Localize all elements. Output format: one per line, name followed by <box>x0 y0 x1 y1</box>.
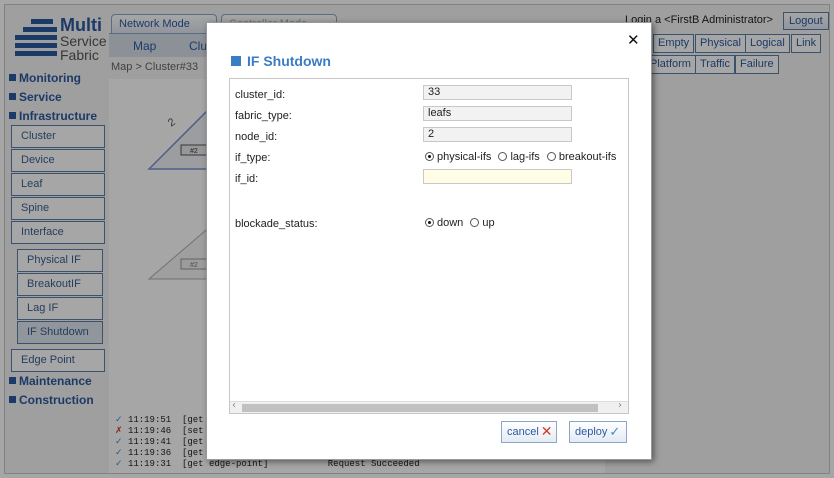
fabric-type-label: fabric_type: <box>235 110 292 122</box>
deploy-check-icon: ✓ <box>609 425 621 440</box>
cancel-x-icon: ✕ <box>540 424 553 440</box>
horizontal-scrollbar[interactable]: ‹ › <box>230 400 628 413</box>
radio-empty-icon <box>470 218 480 227</box>
blockade-status-label: blockade_status: <box>235 218 318 230</box>
if-type-physical-option[interactable]: physical-ifs <box>425 151 491 163</box>
if-id-label: if_id: <box>235 173 259 185</box>
blockade-status-radio-group: down up <box>425 217 499 229</box>
cluster-id-label: cluster_id: <box>235 89 286 101</box>
radio-selected-icon <box>425 152 434 161</box>
blockade-up-option[interactable]: up <box>470 217 495 229</box>
radio-empty-icon <box>498 152 508 161</box>
radio-empty-icon <box>546 152 556 161</box>
close-icon[interactable]: ✕ <box>627 31 640 49</box>
if-type-breakout-option[interactable]: breakout-ifs <box>546 151 616 163</box>
form-panel: cluster_id: 33 fabric_type: leafs node_i… <box>229 78 629 414</box>
deploy-button[interactable]: deploy ✓ <box>569 421 627 443</box>
if-type-radio-group: physical-ifs lag-ifs breakout-ifs <box>425 151 620 163</box>
fabric-type-field[interactable]: leafs <box>423 106 572 121</box>
scroll-left-icon[interactable]: ‹ <box>232 400 236 411</box>
if-type-label: if_type: <box>235 152 271 164</box>
dialog-title: IF Shutdown <box>247 53 331 69</box>
if-type-lag-option[interactable]: lag-ifs <box>498 151 540 163</box>
cluster-id-field[interactable]: 33 <box>423 85 572 100</box>
if-shutdown-dialog: ✕ IF Shutdown cluster_id: 33 fabric_type… <box>206 22 652 460</box>
node-id-label: node_id: <box>235 131 278 143</box>
blockade-down-option[interactable]: down <box>425 217 463 229</box>
scroll-right-icon[interactable]: › <box>618 400 622 411</box>
cancel-button[interactable]: cancel ✕ <box>501 421 557 443</box>
node-id-field[interactable]: 2 <box>423 127 572 142</box>
title-square-icon <box>231 56 241 66</box>
if-id-input[interactable] <box>423 169 572 184</box>
scrollbar-thumb[interactable] <box>242 404 598 412</box>
radio-selected-icon <box>425 218 434 227</box>
